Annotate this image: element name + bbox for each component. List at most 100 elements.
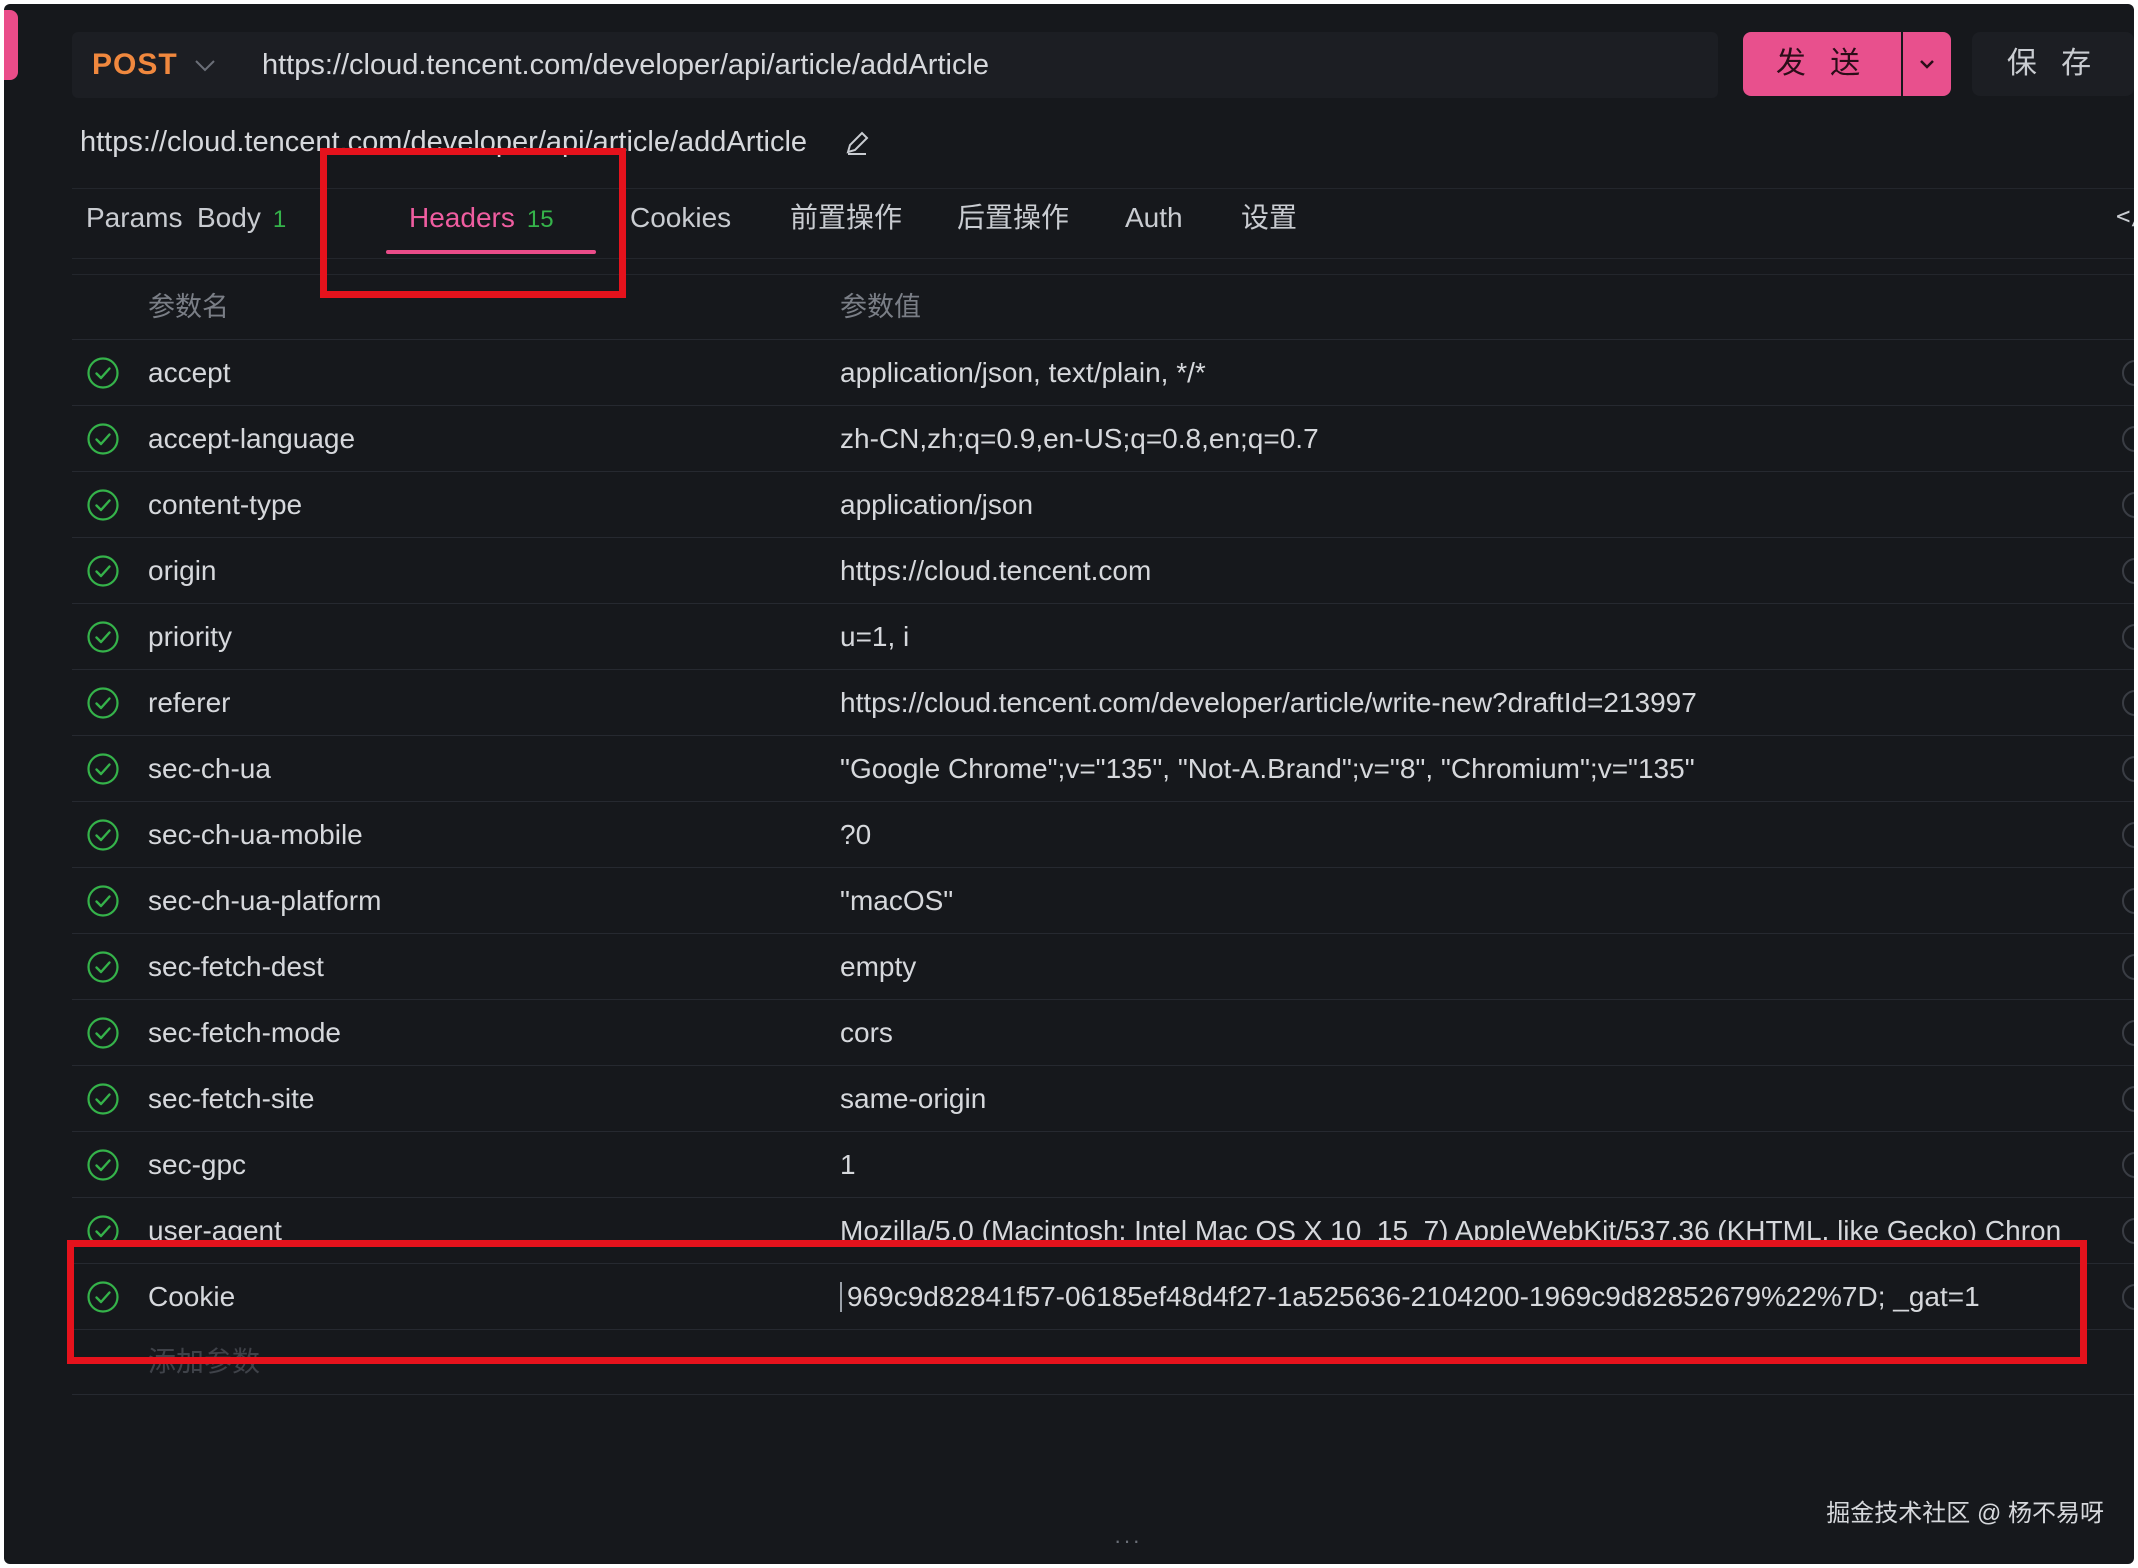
- divider: [72, 258, 2134, 259]
- tab-settings[interactable]: 设置: [1241, 192, 1297, 258]
- tab-auth[interactable]: Auth: [1125, 192, 1183, 258]
- row-options-icon[interactable]: [2122, 492, 2134, 518]
- header-value[interactable]: "Google Chrome";v="135", "Not-A.Brand";v…: [840, 736, 2090, 801]
- header-name[interactable]: accept-language: [148, 406, 355, 471]
- table-row[interactable]: sec-ch-ua-platform "macOS": [72, 868, 2134, 934]
- table-row[interactable]: sec-fetch-mode cors: [72, 1000, 2134, 1066]
- header-name[interactable]: referer: [148, 670, 230, 735]
- tab-pre-operations[interactable]: 前置操作: [790, 192, 902, 258]
- edit-icon[interactable]: [842, 128, 872, 158]
- add-parameter-row[interactable]: 添加参数: [72, 1330, 2134, 1395]
- row-options-icon[interactable]: [2122, 954, 2134, 980]
- check-circle-icon[interactable]: [86, 620, 120, 654]
- text-cursor: [840, 1282, 842, 1312]
- check-circle-icon[interactable]: [86, 1016, 120, 1050]
- header-name[interactable]: sec-ch-ua-mobile: [148, 802, 363, 867]
- check-circle-icon[interactable]: [86, 554, 120, 588]
- table-row[interactable]: content-type application/json: [72, 472, 2134, 538]
- row-options-icon[interactable]: [2122, 1086, 2134, 1112]
- row-options-icon[interactable]: [2122, 624, 2134, 650]
- chevron-down-icon[interactable]: [190, 50, 220, 80]
- tab-body[interactable]: Body 1: [197, 192, 286, 258]
- header-name[interactable]: origin: [148, 538, 216, 603]
- check-circle-icon[interactable]: [86, 422, 120, 456]
- check-circle-icon[interactable]: [86, 752, 120, 786]
- send-button[interactable]: 发 送: [1743, 32, 1901, 96]
- header-value[interactable]: Mozilla/5.0 (Macintosh; Intel Mac OS X 1…: [840, 1198, 2090, 1263]
- header-name[interactable]: priority: [148, 604, 232, 669]
- add-parameter-placeholder[interactable]: 添加参数: [148, 1330, 260, 1394]
- header-value[interactable]: cors: [840, 1000, 2090, 1065]
- tab-headers[interactable]: Headers 15: [409, 192, 554, 258]
- header-value[interactable]: 1: [840, 1132, 2090, 1197]
- check-circle-icon[interactable]: [86, 884, 120, 918]
- row-options-icon[interactable]: [2122, 558, 2134, 584]
- check-circle-icon[interactable]: [86, 818, 120, 852]
- header-value[interactable]: 969c9d82841f57-06185ef48d4f27-1a525636-2…: [847, 1264, 2097, 1329]
- header-value[interactable]: application/json: [840, 472, 2090, 537]
- table-row[interactable]: accept-language zh-CN,zh;q=0.9,en-US;q=0.…: [72, 406, 2134, 472]
- row-options-icon[interactable]: [2122, 690, 2134, 716]
- check-circle-icon[interactable]: [86, 1214, 120, 1248]
- table-row[interactable]: sec-gpc 1: [72, 1132, 2134, 1198]
- table-row[interactable]: Cookie 969c9d82841f57-06185ef48d4f27-1a52…: [72, 1264, 2134, 1330]
- header-value[interactable]: https://cloud.tencent.com/developer/arti…: [840, 670, 2090, 735]
- header-name[interactable]: sec-fetch-mode: [148, 1000, 341, 1065]
- row-options-icon[interactable]: [2122, 756, 2134, 782]
- row-options-icon[interactable]: [2122, 1152, 2134, 1178]
- row-options-icon[interactable]: [2122, 888, 2134, 914]
- row-options-icon[interactable]: [2122, 1218, 2134, 1244]
- table-row[interactable]: sec-ch-ua "Google Chrome";v="135", "Not-A…: [72, 736, 2134, 802]
- check-circle-icon[interactable]: [86, 950, 120, 984]
- save-button[interactable]: 保 存: [1972, 32, 2134, 96]
- check-circle-icon[interactable]: [86, 488, 120, 522]
- header-name[interactable]: sec-gpc: [148, 1132, 246, 1197]
- table-row[interactable]: priority u=1, i: [72, 604, 2134, 670]
- row-options-icon[interactable]: [2122, 426, 2134, 452]
- tab-post-operations[interactable]: 后置操作: [957, 192, 1069, 258]
- header-value[interactable]: application/json, text/plain, */*: [840, 340, 2090, 405]
- header-name[interactable]: user-agent: [148, 1198, 282, 1263]
- table-row[interactable]: sec-ch-ua-mobile ?0: [72, 802, 2134, 868]
- check-circle-icon[interactable]: [86, 356, 120, 390]
- table-row[interactable]: accept application/json, text/plain, */*: [72, 340, 2134, 406]
- header-value[interactable]: same-origin: [840, 1066, 2090, 1131]
- check-circle-icon[interactable]: [86, 1148, 120, 1182]
- header-name[interactable]: sec-fetch-site: [148, 1066, 315, 1131]
- tab-params[interactable]: Params: [86, 192, 182, 258]
- check-circle-icon[interactable]: [86, 1280, 120, 1314]
- tab-cookies[interactable]: Cookies: [630, 192, 731, 258]
- table-row[interactable]: origin https://cloud.tencent.com: [72, 538, 2134, 604]
- resize-handle[interactable]: ···: [1114, 1528, 1142, 1554]
- url-bar: POST: [72, 32, 1718, 98]
- row-options-icon[interactable]: [2122, 1020, 2134, 1046]
- header-name[interactable]: accept: [148, 340, 231, 405]
- header-name[interactable]: sec-fetch-dest: [148, 934, 324, 999]
- header-value[interactable]: u=1, i: [840, 604, 2090, 669]
- send-options-button[interactable]: [1903, 32, 1951, 96]
- request-tab-indicator[interactable]: [4, 10, 18, 80]
- row-options-icon[interactable]: [2122, 1284, 2134, 1310]
- header-name[interactable]: sec-ch-ua: [148, 736, 271, 801]
- check-circle-icon[interactable]: [86, 1082, 120, 1116]
- method-selector[interactable]: POST: [92, 32, 178, 98]
- header-name[interactable]: sec-ch-ua-platform: [148, 868, 381, 933]
- header-value[interactable]: "macOS": [840, 868, 2090, 933]
- check-circle-icon[interactable]: [86, 686, 120, 720]
- header-value[interactable]: ?0: [840, 802, 2090, 867]
- headers-table: 参数名 参数值 accept application/json, text/pla…: [72, 274, 2134, 1395]
- url-input[interactable]: [262, 32, 1702, 98]
- row-options-icon[interactable]: [2122, 360, 2134, 386]
- table-row[interactable]: referer https://cloud.tencent.com/develop…: [72, 670, 2134, 736]
- header-value[interactable]: https://cloud.tencent.com: [840, 538, 2090, 603]
- header-value[interactable]: empty: [840, 934, 2090, 999]
- header-name[interactable]: content-type: [148, 472, 302, 537]
- header-value[interactable]: zh-CN,zh;q=0.9,en-US;q=0.8,en;q=0.7: [840, 406, 2090, 471]
- table-row[interactable]: user-agent Mozilla/5.0 (Macintosh; Intel …: [72, 1198, 2134, 1264]
- header-name[interactable]: Cookie: [148, 1264, 235, 1329]
- code-view-toggle[interactable]: </: [2116, 202, 2134, 230]
- row-options-icon[interactable]: [2122, 822, 2134, 848]
- tab-count-badge: 1: [272, 206, 287, 233]
- table-row[interactable]: sec-fetch-site same-origin: [72, 1066, 2134, 1132]
- table-row[interactable]: sec-fetch-dest empty: [72, 934, 2134, 1000]
